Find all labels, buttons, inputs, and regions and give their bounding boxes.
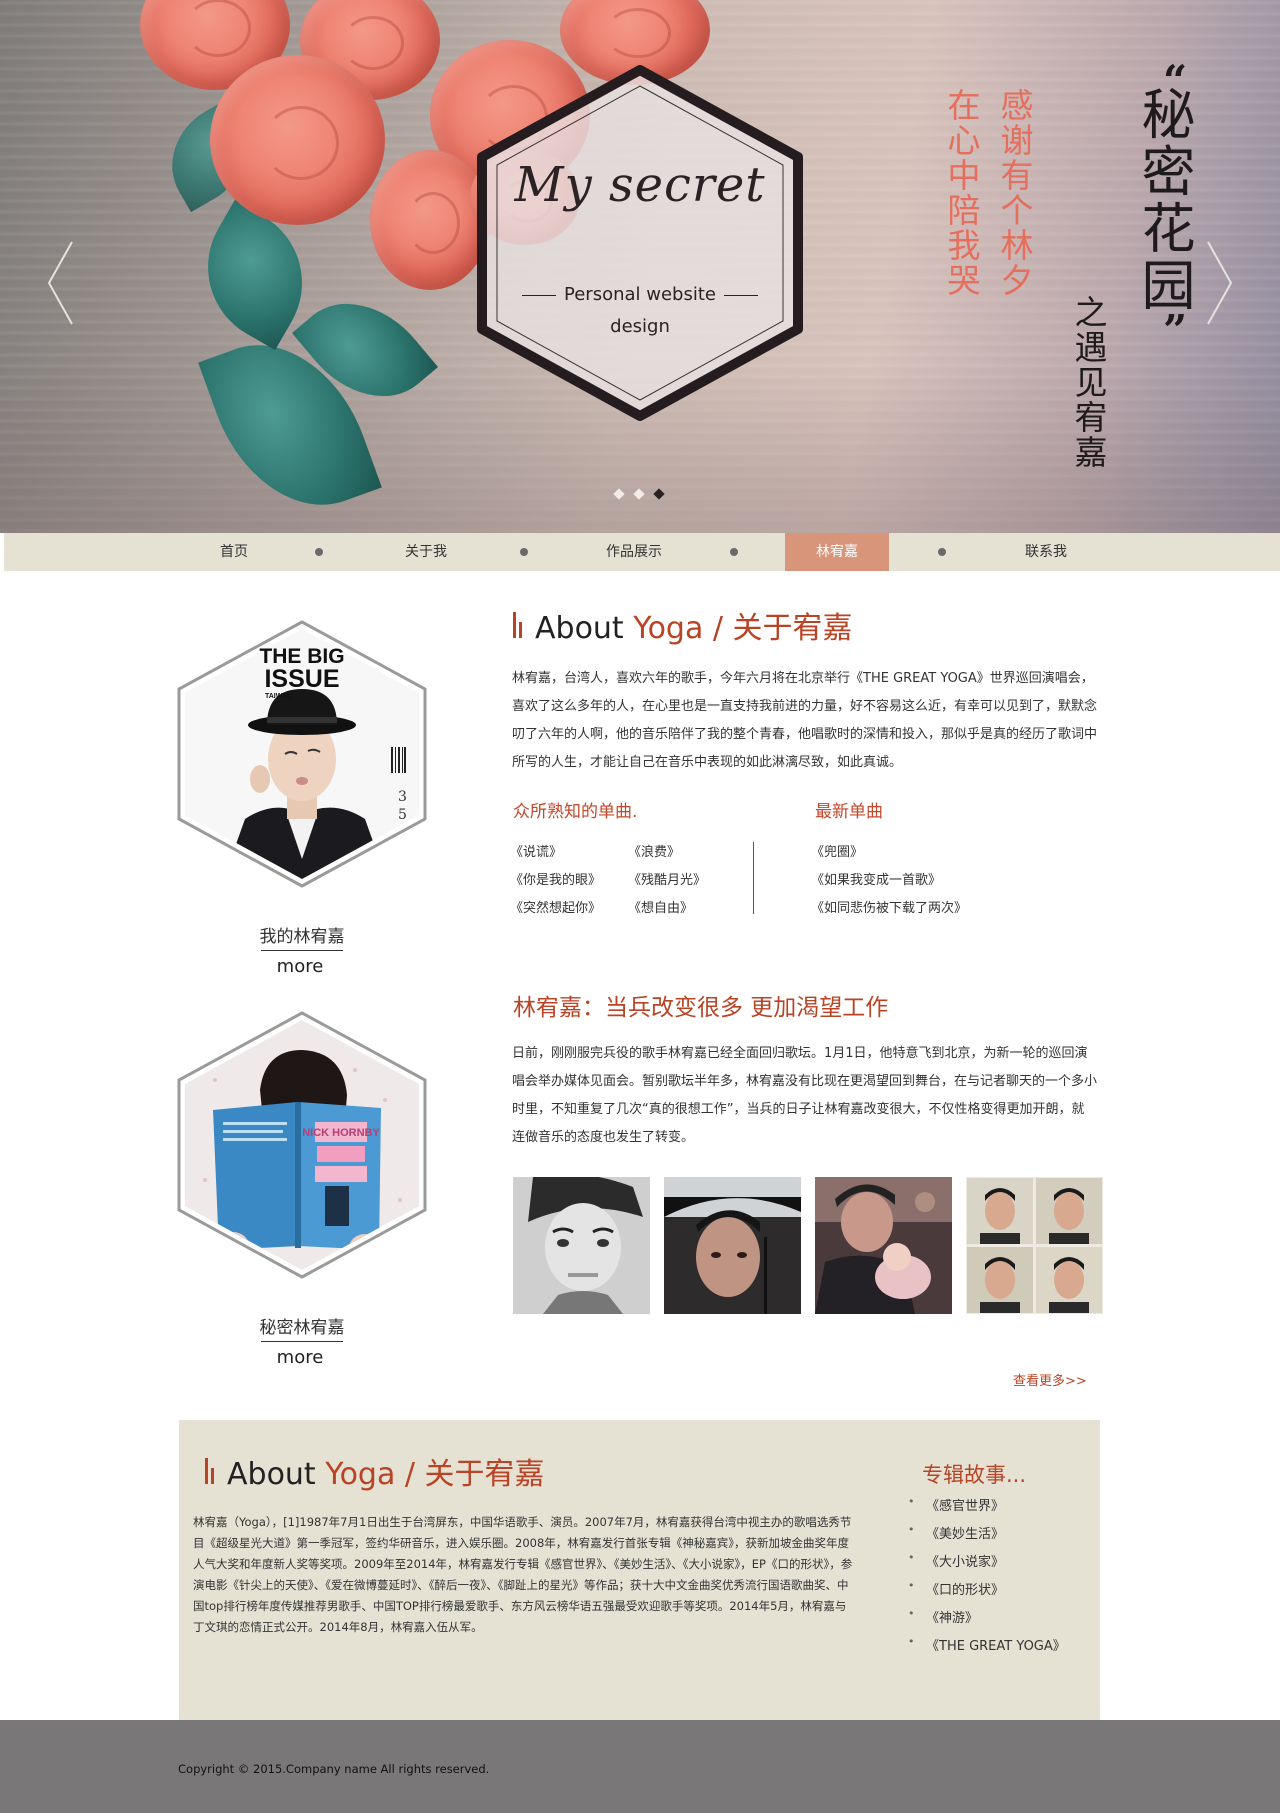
album-story-item[interactable]: 《美妙生活》 [908, 1523, 1004, 1542]
song-item[interactable]: 《你是我的眼》 [510, 869, 601, 888]
nav-item-works[interactable]: 作品展示 [554, 533, 714, 571]
card2-more-link[interactable]: more [220, 1347, 380, 1368]
next-slide-button[interactable] [1206, 240, 1234, 326]
hex-photo-magazine[interactable]: THE BIG ISSUE TAIWAN 3 5 [175, 619, 429, 889]
lower-about-box: About Yoga / 关于宥嘉 林宥嘉（Yoga），[1]1987年7月1日… [179, 1420, 1100, 1720]
latest-song-item[interactable]: 《如同悲伤被下载了两次》 [811, 897, 967, 916]
about-title: About Yoga / 关于宥嘉 [535, 603, 853, 647]
lower-title-accent: Yoga / 关于宥嘉 [325, 1457, 545, 1492]
song-item[interactable]: 《想自由》 [628, 897, 693, 916]
album-story-item[interactable]: 《THE GREAT YOGA》 [908, 1635, 1066, 1654]
footer: Copyright © 2015.Company name All rights… [0, 1720, 1280, 1813]
vertical-text-pink-2: 在心中陪我哭 [942, 88, 981, 298]
news-title[interactable]: 林宥嘉：当兵改变很多 更加渴望工作 [513, 988, 888, 1022]
latest-song-item[interactable]: 《如果我变成一首歌》 [811, 869, 941, 888]
caption-underline [261, 950, 343, 951]
nav-separator-dot [315, 548, 323, 556]
latest-songs-heading: 最新单曲 [815, 802, 883, 822]
nav-separator-dot [520, 548, 528, 556]
quote-close-icon: ” [1163, 306, 1188, 355]
slider-dot[interactable] [613, 488, 625, 500]
album-story-item[interactable]: 《神游》 [908, 1607, 978, 1626]
news-paragraph: 日前，刚刚服完兵役的歌手林宥嘉已经全面回归歌坛。1月1日，他特意飞到北京，为新一… [512, 1046, 1098, 1145]
portrait-bw-image [513, 1177, 650, 1314]
song-item[interactable]: 《说谎》 [510, 841, 562, 860]
portrait-baby-image [815, 1177, 952, 1314]
album-story-item[interactable]: 《大小说家》 [908, 1551, 1004, 1570]
photo-thumb-1[interactable] [513, 1177, 650, 1314]
dash-line [723, 294, 758, 296]
album-story-item[interactable]: 《感官世界》 [908, 1495, 1004, 1514]
song-item[interactable]: 《突然想起你》 [510, 897, 601, 916]
vertical-title: 秘密花园 [1132, 86, 1195, 314]
nav-item-about[interactable]: 关于我 [346, 533, 506, 571]
lower-title-en: About [227, 1457, 326, 1492]
chevron-right-icon [1207, 241, 1233, 325]
lower-about-title: About Yoga / 关于宥嘉 [227, 1449, 545, 1493]
logo-subtitle-1-text: Personal website [564, 284, 716, 305]
magazine-cover-image: THE BIG ISSUE TAIWAN 3 5 [177, 620, 427, 888]
slider-dots [613, 488, 665, 500]
about-title-accent: Yoga / 关于宥嘉 [633, 611, 853, 646]
logo-subtitle-2: design [610, 316, 670, 337]
nav-item-home[interactable]: 首页 [154, 533, 314, 571]
photo-thumb-4[interactable] [966, 1177, 1103, 1314]
caption-underline [261, 1341, 343, 1342]
cover-title-2: ISSUE [264, 665, 339, 693]
hex-photo-book[interactable]: NICK HORNBY [175, 1010, 429, 1280]
hero-logo-hexagon: My secret Personal website design [470, 62, 810, 424]
about-title-en: About [535, 611, 634, 646]
section-bar-icon [513, 612, 522, 638]
rose [210, 55, 385, 225]
main-nav: 首页 关于我 作品展示 林宥嘉 联系我 [4, 533, 1280, 571]
logo-script-text: My secret [514, 157, 766, 213]
section-bar-icon [205, 1458, 214, 1484]
nav-separator-dot [938, 548, 946, 556]
hero-banner: My secret Personal website design 感谢有个林夕… [0, 0, 1280, 533]
card2-caption: 秘密林宥嘉 [259, 1318, 345, 1338]
vertical-subtitle: 之遇见宥嘉 [1069, 295, 1108, 470]
see-more-link[interactable]: 查看更多>> [1013, 1370, 1087, 1389]
cover-number-2: 5 [398, 807, 407, 823]
vertical-text-pink-1: 感谢有个林夕 [995, 88, 1034, 298]
nav-item-contact[interactable]: 联系我 [966, 533, 1126, 571]
card1-more-link[interactable]: more [220, 956, 380, 977]
songs-divider [753, 842, 754, 914]
song-item[interactable]: 《浪费》 [628, 841, 680, 860]
photo-thumb-3[interactable] [815, 1177, 952, 1314]
nav-item-yoga[interactable]: 林宥嘉 [785, 533, 889, 571]
cover-number-1: 3 [398, 789, 407, 805]
song-item[interactable]: 《残酷月光》 [628, 869, 706, 888]
hexagon-frame [477, 65, 803, 421]
book-reader-image: NICK HORNBY [177, 1011, 427, 1279]
album-story-item[interactable]: 《口的形状》 [908, 1579, 1004, 1598]
lower-paragraph: 林宥嘉（Yoga），[1]1987年7月1日出生于台湾屏东，中国华语歌手、演员。… [193, 1515, 853, 1634]
slider-dot[interactable] [633, 488, 645, 500]
cover-subtitle: TAIWAN [265, 693, 292, 700]
dash-line [522, 294, 556, 296]
album-story-heading: 专辑故事... [922, 1463, 1027, 1487]
nav-separator-dot [730, 548, 738, 556]
portrait-collage-image [966, 1177, 1103, 1314]
about-paragraph: 林宥嘉，台湾人，喜欢六年的歌手，今年六月将在北京举行《THE GREAT YOG… [512, 671, 1098, 770]
prev-slide-button[interactable] [46, 240, 74, 326]
photo-thumb-2[interactable] [664, 1177, 801, 1314]
portrait-umbrella-image [664, 1177, 801, 1314]
latest-song-item[interactable]: 《兜圈》 [811, 841, 863, 860]
copyright-text: Copyright © 2015.Company name All rights… [178, 1762, 490, 1776]
slider-dot-active[interactable] [653, 488, 665, 500]
logo-subtitle-1: Personal website [470, 284, 810, 305]
famous-songs-heading: 众所熟知的单曲. [513, 802, 638, 822]
chevron-left-icon [47, 241, 73, 325]
card1-caption: 我的林宥嘉 [259, 927, 345, 947]
book-title: NICK HORNBY [302, 1127, 380, 1139]
